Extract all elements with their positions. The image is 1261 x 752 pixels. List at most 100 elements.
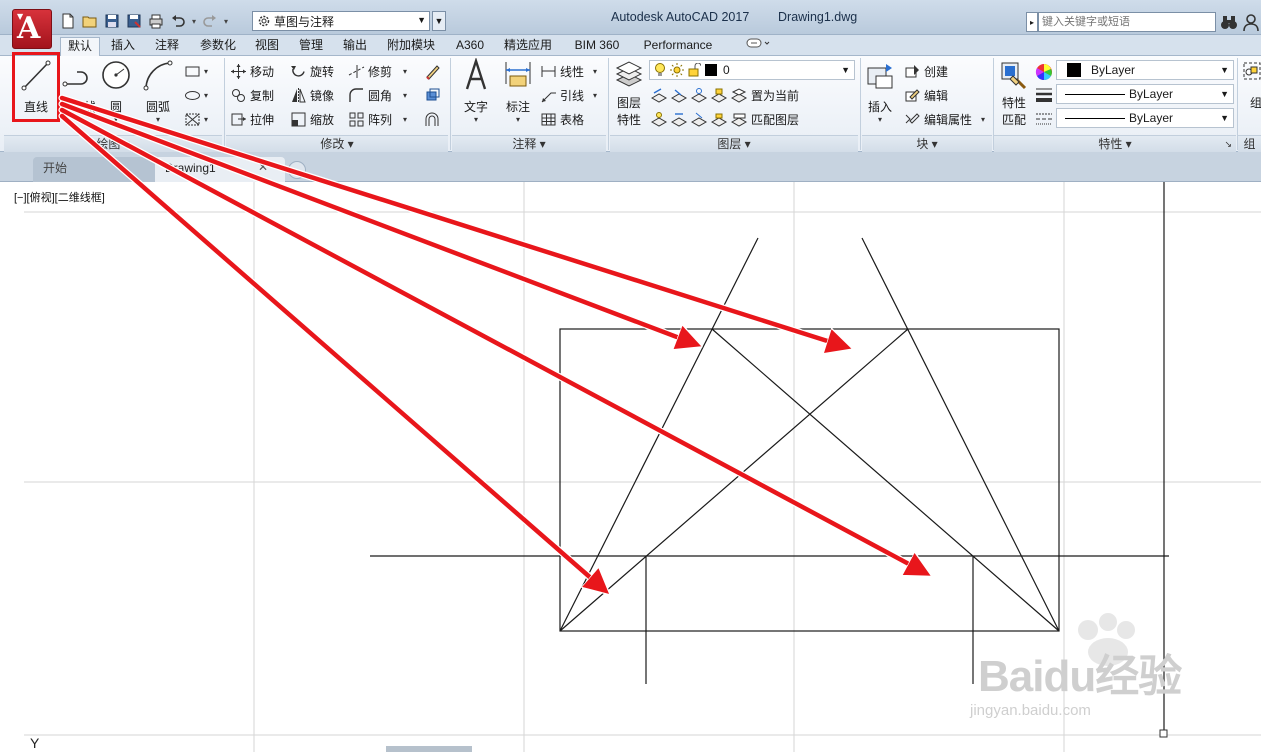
- lineweight-select[interactable]: ByLayer ▼: [1056, 84, 1234, 104]
- layer-thaw-icon[interactable]: [691, 111, 708, 128]
- line-segment[interactable]: [559, 328, 909, 632]
- color-wheel-icon: [1035, 64, 1052, 81]
- new-tab-icon[interactable]: [288, 161, 306, 179]
- linear-dimension-button[interactable]: 线性 ▾: [540, 60, 597, 82]
- workspace-select[interactable]: 草图与注释 ▼: [252, 11, 430, 31]
- line-segment[interactable]: [711, 328, 1060, 632]
- tab-insert[interactable]: 插入: [104, 37, 142, 56]
- layer-unlock-icon[interactable]: [711, 111, 728, 128]
- line-segment[interactable]: [861, 237, 1060, 632]
- set-current-layer-button[interactable]: 置为当前: [751, 87, 799, 104]
- group-panel-label[interactable]: 组: [1238, 135, 1261, 152]
- hatch-button[interactable]: ▾: [184, 84, 208, 106]
- viewport-controls-label[interactable]: [−][俯视][二维线框]: [14, 189, 105, 205]
- layer-lock-icon[interactable]: [711, 87, 728, 104]
- layer-panel-label[interactable]: 图层 ▾: [610, 135, 858, 152]
- chevron-down-icon: ▾: [877, 115, 882, 124]
- layer-stack-icon: [615, 61, 643, 87]
- qat-customize-button[interactable]: ▼: [432, 11, 446, 31]
- color-select[interactable]: ByLayer ▼: [1056, 60, 1234, 80]
- circle-button[interactable]: 圆 ▾: [98, 58, 134, 128]
- tab-a360[interactable]: A360: [448, 37, 492, 56]
- array-button[interactable]: 阵列 ▾: [348, 108, 407, 130]
- open-folder-icon[interactable]: [80, 11, 100, 31]
- lineweight-preview: [1065, 93, 1125, 95]
- move-button[interactable]: 移动: [230, 60, 274, 82]
- tab-parametric[interactable]: 参数化: [192, 37, 244, 56]
- explode-button[interactable]: [424, 84, 441, 106]
- undo-icon[interactable]: [168, 11, 188, 31]
- layout-tab-stub[interactable]: [386, 746, 472, 752]
- stretch-button[interactable]: 拉伸: [230, 108, 274, 130]
- match-layer-button[interactable]: 匹配图层: [751, 111, 799, 128]
- chevron-down-icon: ▼: [17, 11, 24, 21]
- arc-button[interactable]: 圆弧 ▾: [138, 58, 178, 128]
- tab-start[interactable]: 开始: [33, 157, 158, 182]
- mirror-button[interactable]: 镜像: [290, 84, 334, 106]
- leader-button[interactable]: 引线 ▾: [540, 84, 597, 106]
- text-label: 文字: [463, 100, 488, 114]
- tab-manage[interactable]: 管理: [292, 37, 330, 56]
- boundary-button[interactable]: ▾: [184, 108, 208, 130]
- insert-block-button[interactable]: 插入 ▾: [862, 60, 898, 130]
- new-file-icon[interactable]: [58, 11, 78, 31]
- layer-isolate-icon[interactable]: [671, 87, 688, 104]
- line-segment[interactable]: [559, 237, 759, 632]
- modify-panel-label[interactable]: 修改 ▾: [226, 135, 448, 152]
- create-block-button[interactable]: 创建: [904, 60, 948, 82]
- fillet-button[interactable]: 圆角 ▾: [348, 84, 407, 106]
- rectangle-button[interactable]: ▾: [184, 60, 208, 82]
- rotate-button[interactable]: 旋转: [290, 60, 334, 82]
- search-input[interactable]: [1038, 12, 1216, 32]
- save-icon[interactable]: [102, 11, 122, 31]
- trim-button[interactable]: 修剪 ▾: [348, 60, 407, 82]
- tab-performance[interactable]: Performance: [636, 37, 720, 56]
- layer-freeze-icon[interactable]: [691, 87, 708, 104]
- scale-button[interactable]: 缩放: [290, 108, 334, 130]
- text-icon: [465, 58, 487, 90]
- close-tab-icon[interactable]: ✕: [258, 160, 268, 174]
- panel-launcher-icon[interactable]: ↘: [1224, 136, 1232, 153]
- redo-dropdown-icon[interactable]: ▾: [222, 12, 230, 30]
- user-icon[interactable]: [1242, 12, 1260, 32]
- color-swatch: [1067, 63, 1081, 77]
- tab-addins[interactable]: 附加模块: [380, 37, 442, 56]
- polyline-button[interactable]: 多段线: [57, 58, 99, 118]
- rectangle-shape[interactable]: [559, 328, 1060, 632]
- tab-featured-apps[interactable]: 精选应用: [498, 37, 558, 56]
- save-as-icon[interactable]: [124, 11, 144, 31]
- search-expand-icon[interactable]: ▸: [1026, 12, 1038, 32]
- tab-default[interactable]: 默认: [60, 37, 100, 56]
- layer-off-icon[interactable]: [651, 87, 668, 104]
- edit-attributes-button[interactable]: 编辑属性 ▾: [904, 108, 985, 130]
- block-panel-label[interactable]: 块 ▾: [862, 135, 992, 152]
- undo-dropdown-icon[interactable]: ▾: [190, 12, 198, 30]
- dimension-button[interactable]: 标注 ▾: [498, 58, 538, 128]
- properties-panel-label[interactable]: 特性 ▾ ↘: [994, 135, 1236, 152]
- linetype-select[interactable]: ByLayer ▼: [1056, 108, 1234, 128]
- tab-annotate[interactable]: 注释: [148, 37, 186, 56]
- tab-output[interactable]: 输出: [336, 37, 374, 56]
- draw-panel-label[interactable]: 绘图 ▾: [4, 135, 222, 152]
- redo-icon[interactable]: [200, 11, 220, 31]
- print-icon[interactable]: [146, 11, 166, 31]
- tab-view[interactable]: 视图: [248, 37, 286, 56]
- match-properties-button[interactable]: 特性 匹配: [996, 60, 1032, 130]
- table-button[interactable]: 表格: [540, 108, 584, 130]
- paintbrush-icon: [1001, 62, 1027, 90]
- tab-bim360[interactable]: BIM 360: [566, 37, 628, 56]
- layer-on-icon[interactable]: [651, 111, 668, 128]
- application-menu-button[interactable]: A ▼: [12, 9, 52, 49]
- copy-button[interactable]: 复制: [230, 84, 274, 106]
- layer-select[interactable]: 0 ▼: [649, 60, 855, 80]
- edit-block-button[interactable]: 编辑: [904, 84, 948, 106]
- layer-unisolate-icon[interactable]: [671, 111, 688, 128]
- erase-button[interactable]: [424, 60, 441, 82]
- offset-button[interactable]: [424, 108, 441, 130]
- text-button[interactable]: 文字 ▾: [456, 58, 496, 128]
- binoculars-icon[interactable]: [1220, 12, 1238, 32]
- ribbon-minimize-icon[interactable]: [742, 37, 774, 56]
- layer-properties-button[interactable]: 图层 特性: [612, 60, 646, 130]
- group-button[interactable]: 组: [1240, 60, 1261, 130]
- annotation-panel-label[interactable]: 注释 ▾: [452, 135, 606, 152]
